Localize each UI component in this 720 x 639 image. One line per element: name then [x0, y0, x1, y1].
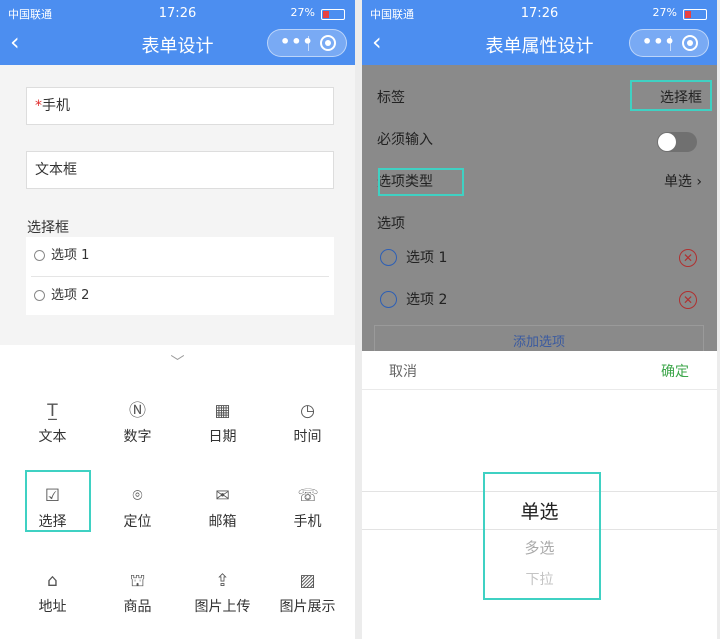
nav-bar: 中国联通 17:26 27% ‹ 表单属性设计 •••: [362, 0, 717, 65]
capsule-divider: [308, 36, 309, 51]
location-icon: ⌾: [132, 486, 143, 506]
miniapp-capsule[interactable]: •••: [267, 29, 347, 57]
text-icon: T̲: [47, 401, 58, 421]
component-image-display[interactable]: ▨ 图片展示: [265, 545, 350, 630]
option-type-value: 单选 ›: [664, 161, 702, 203]
required-row: 必须输入: [362, 119, 717, 161]
text-field-label: 文本框: [35, 162, 77, 178]
component-number[interactable]: Ⓝ 数字: [95, 375, 180, 460]
choice-field-label: 选择框: [27, 220, 69, 236]
label-key: 标签: [377, 90, 405, 106]
image-icon: ▨: [299, 571, 316, 591]
component-label: 邮箱: [208, 514, 237, 530]
remove-option-icon[interactable]: ✕: [679, 249, 697, 267]
capsule-divider: [670, 36, 671, 51]
component-label: 时间: [293, 429, 322, 445]
confirm-button[interactable]: 确定: [661, 361, 689, 381]
option-type-text: 单选: [663, 174, 692, 190]
component-address[interactable]: ⌂ 地址: [10, 545, 95, 630]
component-time[interactable]: ◷ 时间: [265, 375, 350, 460]
close-miniapp-icon[interactable]: [682, 35, 698, 51]
battery-label: 27%: [652, 6, 677, 19]
phone-field[interactable]: *手机: [26, 87, 334, 125]
option-item-2: 选项 2 ✕: [362, 279, 717, 321]
highlight-label-value: [630, 80, 712, 111]
highlight-picker-choices: [483, 472, 601, 600]
home-icon: ⌂: [47, 571, 58, 591]
number-icon: Ⓝ: [129, 401, 146, 421]
component-label: 数字: [123, 429, 152, 445]
calendar-icon: ▦: [214, 401, 231, 421]
highlight-select-component: [25, 470, 91, 532]
highlight-option-type: [378, 168, 464, 196]
choice-options: 选项 1 选项 2: [26, 237, 334, 315]
radio-icon[interactable]: [34, 290, 45, 301]
choice-option-2[interactable]: 选项 2: [26, 277, 334, 315]
component-text[interactable]: T̲ 文本: [10, 375, 95, 460]
component-image-upload[interactable]: ⇪ 图片上传: [180, 545, 265, 630]
phone-field-label: 手机: [42, 98, 70, 114]
option-label[interactable]: 选项 1: [406, 237, 447, 279]
component-label: 文本: [38, 429, 67, 445]
component-label: 地址: [38, 599, 67, 615]
component-date[interactable]: ▦ 日期: [180, 375, 265, 460]
picker-toolbar: 取消 确定: [362, 351, 717, 390]
choice-option-label: 选项 2: [51, 288, 90, 303]
battery-icon: [683, 9, 707, 20]
battery-icon: [321, 9, 345, 20]
form-preview: *手机 文本框 选择框 选项 1 选项 2: [0, 65, 355, 345]
form-design-screen: 中国联通 17:26 27% ‹ 表单设计 ••• *手机 文本框 选择框 选项…: [0, 0, 355, 639]
required-toggle[interactable]: [657, 132, 697, 152]
radio-icon: [380, 291, 397, 308]
component-product[interactable]: ⛫ 商品: [95, 545, 180, 630]
cancel-button[interactable]: 取消: [389, 361, 417, 381]
nav-bar: 中国联通 17:26 27% ‹ 表单设计 •••: [0, 0, 355, 65]
component-label: 日期: [208, 429, 237, 445]
shop-icon: ⛫: [129, 571, 146, 591]
radio-icon[interactable]: [34, 250, 45, 261]
status-bar: 中国联通 17:26 27%: [362, 4, 717, 24]
mail-icon: ✉: [215, 486, 230, 506]
choice-option-1[interactable]: 选项 1: [26, 237, 334, 275]
required-key: 必须输入: [377, 132, 433, 148]
collapse-chevron-icon[interactable]: ﹀: [0, 352, 355, 372]
phone-icon: ☏: [297, 486, 319, 506]
component-label: 手机: [293, 514, 322, 530]
text-field[interactable]: 文本框: [26, 151, 334, 189]
form-property-screen: 中国联通 17:26 27% ‹ 表单属性设计 ••• 标签 选择框 必须输入 …: [362, 0, 717, 639]
close-miniapp-icon[interactable]: [320, 35, 336, 51]
component-label: 定位: [123, 514, 152, 530]
clock-icon: ◷: [300, 401, 315, 421]
component-label: 图片展示: [279, 599, 336, 615]
radio-icon: [380, 249, 397, 266]
remove-option-icon[interactable]: ✕: [679, 291, 697, 309]
upload-icon: ⇪: [215, 571, 230, 591]
option-item-1: 选项 1 ✕: [362, 237, 717, 279]
choice-option-label: 选项 1: [51, 248, 90, 263]
status-bar: 中国联通 17:26 27%: [0, 4, 355, 24]
component-location[interactable]: ⌾ 定位: [95, 460, 180, 545]
component-phone[interactable]: ☏ 手机: [265, 460, 350, 545]
component-label: 图片上传: [194, 599, 251, 615]
chevron-right-icon: ›: [696, 174, 702, 190]
required-mark: *: [35, 98, 42, 114]
component-label: 商品: [123, 599, 152, 615]
battery-label: 27%: [290, 6, 315, 19]
component-email[interactable]: ✉ 邮箱: [180, 460, 265, 545]
option-label[interactable]: 选项 2: [406, 279, 447, 321]
miniapp-capsule[interactable]: •••: [629, 29, 709, 57]
